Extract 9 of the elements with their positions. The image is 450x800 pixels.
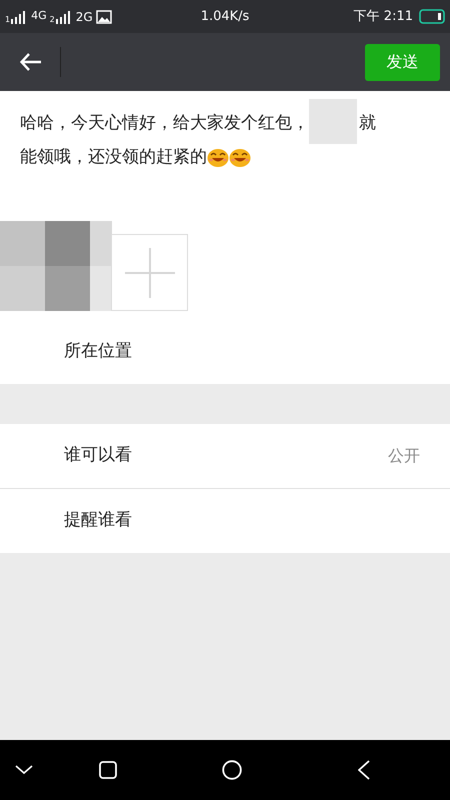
sim-slot-number: 2 [50, 14, 55, 26]
network-type: 4G [31, 8, 47, 24]
post-text: 就 [359, 112, 376, 134]
network-type: 2G [76, 8, 93, 26]
post-text: 哈哈，今天心情好，给大家发个红包， [20, 112, 309, 134]
network-speed: 1.04K/s [200, 8, 250, 26]
clock: 下午 2:11 [354, 8, 413, 26]
sim-slot-number: 1 [5, 14, 10, 26]
post-text: 能领哦，还没领的赶紧的 [20, 146, 207, 169]
